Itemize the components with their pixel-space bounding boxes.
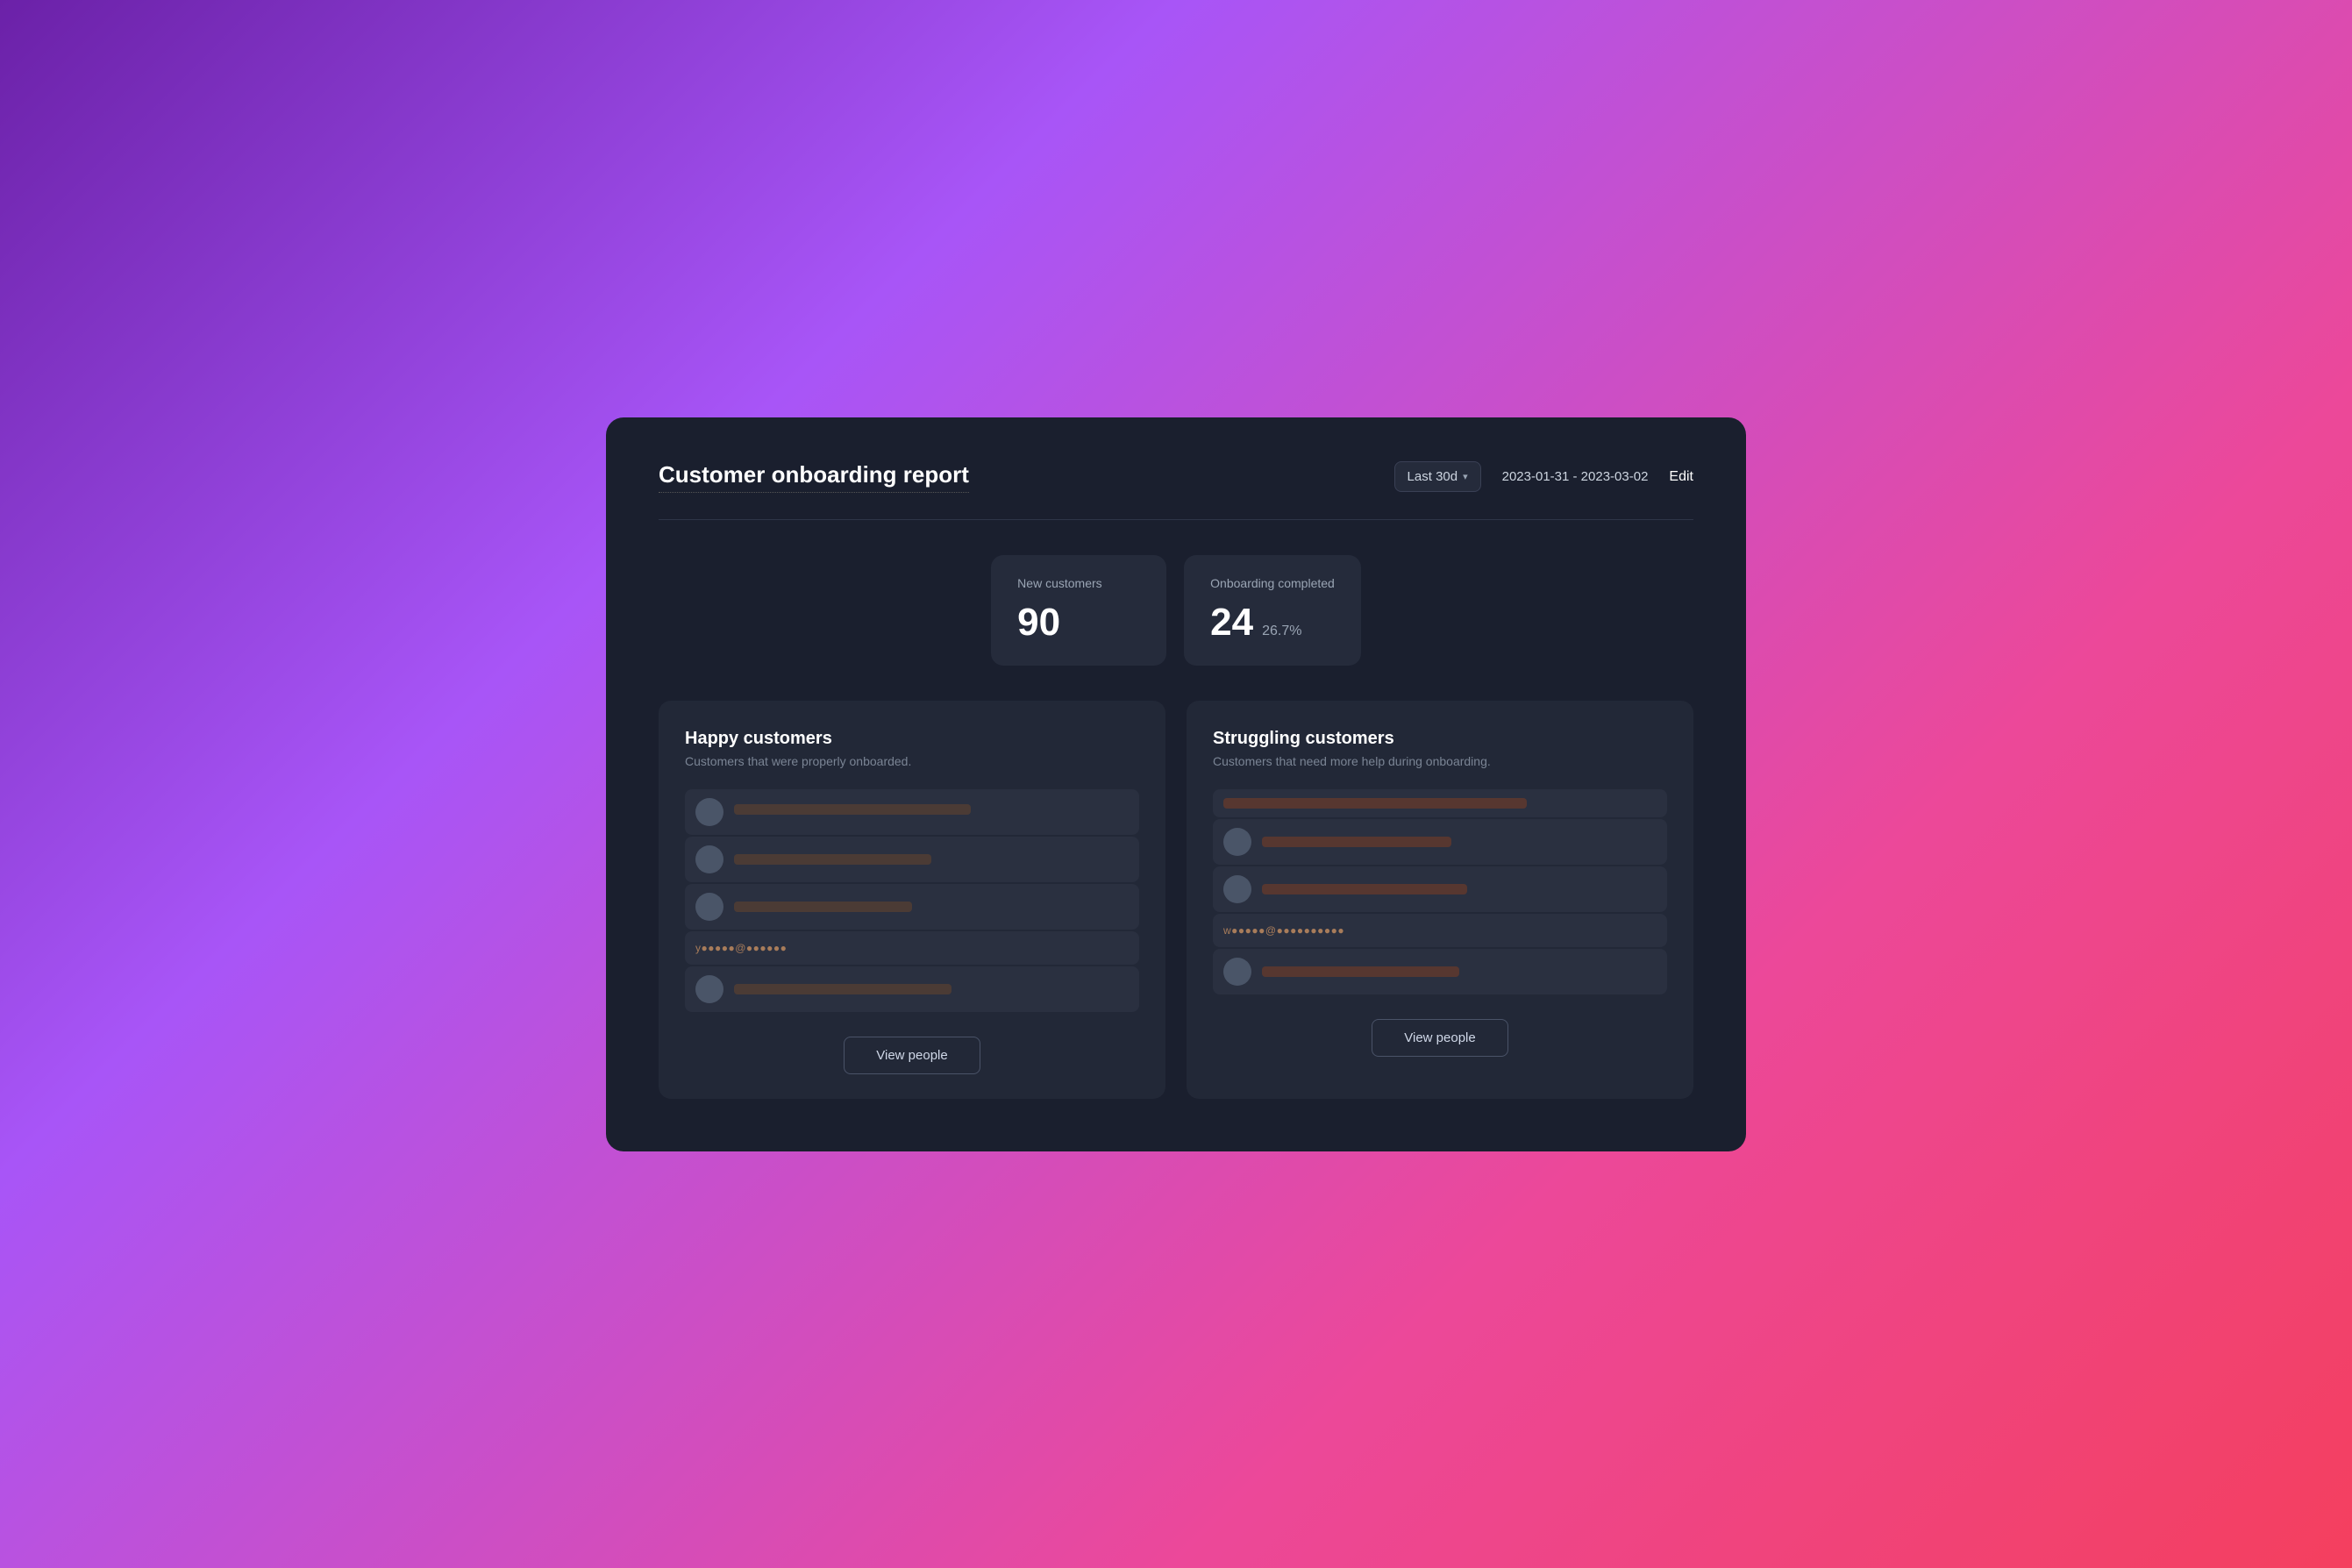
happy-view-people-button[interactable]: View people	[844, 1037, 980, 1074]
list-item	[1213, 949, 1667, 994]
date-range-dropdown[interactable]: Last 30d ▾	[1394, 461, 1481, 492]
header-controls: Last 30d ▾ 2023-01-31 - 2023-03-02 Edit	[1394, 461, 1693, 492]
avatar	[695, 975, 723, 1003]
redacted-name	[734, 854, 931, 865]
avatar	[1223, 875, 1251, 903]
happy-customers-list: y●●●●●@●●●●●●	[685, 789, 1139, 1012]
list-item	[685, 789, 1139, 835]
redacted-name	[1223, 798, 1527, 809]
header-divider	[659, 519, 1693, 520]
redacted-email: w●●●●●@●●●●●●●●●●	[1223, 924, 1344, 937]
redacted-name	[734, 902, 912, 912]
struggling-customers-card: Struggling customers Customers that need…	[1187, 701, 1693, 1099]
avatar	[695, 893, 723, 921]
list-item	[685, 966, 1139, 1012]
struggling-customers-list: w●●●●●@●●●●●●●●●●	[1213, 789, 1667, 994]
redacted-name	[734, 984, 951, 994]
onboarding-completed-value: 24 26.7%	[1210, 601, 1335, 645]
new-customers-card: New customers 90	[991, 555, 1166, 666]
onboarding-completed-sub: 26.7%	[1262, 624, 1301, 639]
redacted-name	[1262, 884, 1467, 894]
new-customers-value: 90	[1017, 601, 1140, 645]
avatar	[695, 845, 723, 873]
list-item	[1213, 866, 1667, 912]
avatar	[1223, 958, 1251, 986]
page-title: Customer onboarding report	[659, 461, 969, 493]
happy-customers-card: Happy customers Customers that were prop…	[659, 701, 1165, 1099]
avatar	[695, 798, 723, 826]
page-header: Customer onboarding report Last 30d ▾ 20…	[659, 461, 1693, 493]
list-item	[1213, 819, 1667, 865]
happy-customers-title: Happy customers	[685, 729, 1139, 749]
happy-customers-subtitle: Customers that were properly onboarded.	[685, 754, 1139, 768]
redacted-name	[734, 804, 971, 815]
chevron-down-icon: ▾	[1463, 471, 1468, 482]
metrics-section: New customers 90 Onboarding completed 24…	[659, 555, 1693, 666]
struggling-view-people-button[interactable]: View people	[1372, 1019, 1507, 1057]
onboarding-completed-card: Onboarding completed 24 26.7%	[1184, 555, 1361, 666]
new-customers-label: New customers	[1017, 576, 1140, 590]
struggling-customers-title: Struggling customers	[1213, 729, 1667, 749]
list-item	[685, 837, 1139, 882]
date-range-value: 2023-01-31 - 2023-03-02	[1502, 469, 1649, 484]
date-range-label: Last 30d	[1408, 469, 1458, 484]
redacted-email: y●●●●●@●●●●●●	[695, 942, 787, 954]
redacted-name	[1262, 837, 1451, 847]
struggling-customers-subtitle: Customers that need more help during onb…	[1213, 754, 1667, 768]
list-item: w●●●●●@●●●●●●●●●●	[1213, 914, 1667, 947]
list-item	[685, 884, 1139, 930]
onboarding-completed-label: Onboarding completed	[1210, 576, 1335, 590]
main-window: Customer onboarding report Last 30d ▾ 20…	[606, 417, 1746, 1151]
edit-button[interactable]: Edit	[1669, 469, 1693, 485]
list-item	[1213, 789, 1667, 817]
redacted-name	[1262, 966, 1459, 977]
avatar	[1223, 828, 1251, 856]
customer-cards-row: Happy customers Customers that were prop…	[659, 701, 1693, 1099]
list-item: y●●●●●@●●●●●●	[685, 931, 1139, 965]
